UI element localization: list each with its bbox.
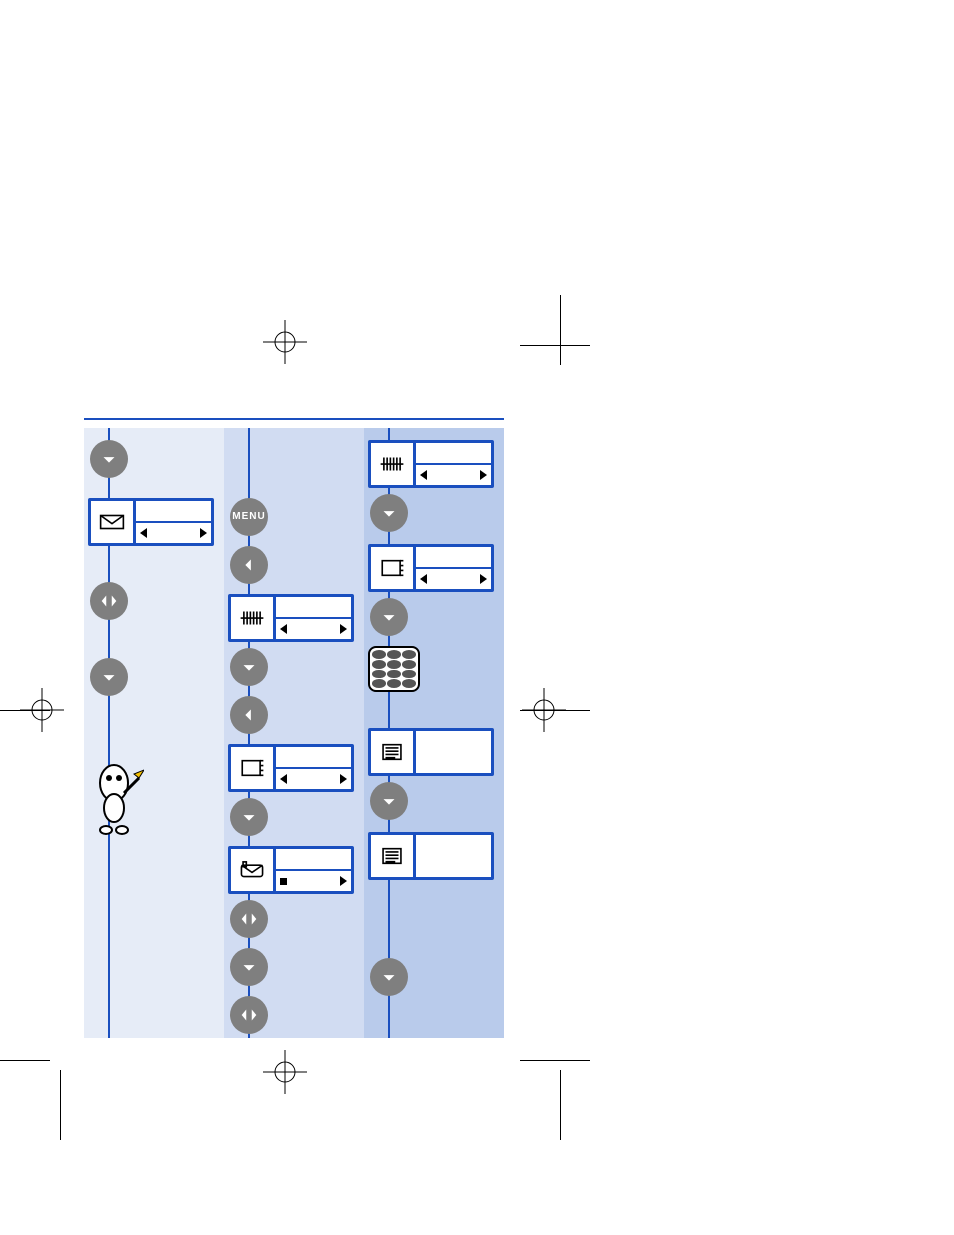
screen-card <box>228 744 354 792</box>
screen-card <box>88 498 214 546</box>
left-right-nav-button <box>230 900 268 938</box>
down-nav-button <box>370 958 408 996</box>
list-icon <box>371 835 416 877</box>
screen-card <box>228 594 354 642</box>
flow-column-1 <box>84 428 224 1038</box>
left-nav-button <box>230 696 268 734</box>
flow-column-3 <box>364 428 504 1038</box>
list-icon <box>371 731 416 773</box>
envelope-icon <box>91 501 136 543</box>
satellite-icon <box>231 597 276 639</box>
down-nav-button <box>370 598 408 636</box>
flowchart: MENU <box>84 418 504 1038</box>
down-nav-button <box>370 782 408 820</box>
left-nav-button <box>230 546 268 584</box>
crop-mark <box>560 295 561 365</box>
screen-card <box>368 544 494 592</box>
registration-mark-icon <box>263 1050 307 1094</box>
menu-button: MENU <box>230 498 268 536</box>
down-nav-button <box>230 648 268 686</box>
registration-mark-icon <box>522 688 566 732</box>
phonebook-icon <box>371 547 416 589</box>
phonebook-icon <box>231 747 276 789</box>
page: MENU <box>0 0 954 1235</box>
title-rule <box>84 418 504 420</box>
mascot <box>84 758 144 838</box>
left-right-nav-button <box>230 996 268 1034</box>
registration-mark-icon <box>20 688 64 732</box>
down-nav-button <box>230 798 268 836</box>
screen-card <box>368 832 494 880</box>
crop-mark <box>520 1060 590 1061</box>
satellite-icon <box>371 443 416 485</box>
down-nav-button <box>90 658 128 696</box>
registration-mark-icon <box>263 320 307 364</box>
keypad-icon <box>368 646 420 692</box>
screen-card <box>368 440 494 488</box>
mascot-icon <box>84 758 144 838</box>
down-nav-button <box>230 948 268 986</box>
screen-card <box>228 846 354 894</box>
mailbox-icon <box>231 849 276 891</box>
down-nav-button <box>370 494 408 532</box>
left-right-nav-button <box>90 582 128 620</box>
down-nav-button <box>90 440 128 478</box>
crop-mark <box>0 1060 50 1061</box>
screen-card <box>368 728 494 776</box>
flow-column-2: MENU <box>224 428 364 1038</box>
crop-mark <box>520 345 590 346</box>
crop-mark <box>560 1070 561 1140</box>
crop-mark <box>60 1070 61 1140</box>
